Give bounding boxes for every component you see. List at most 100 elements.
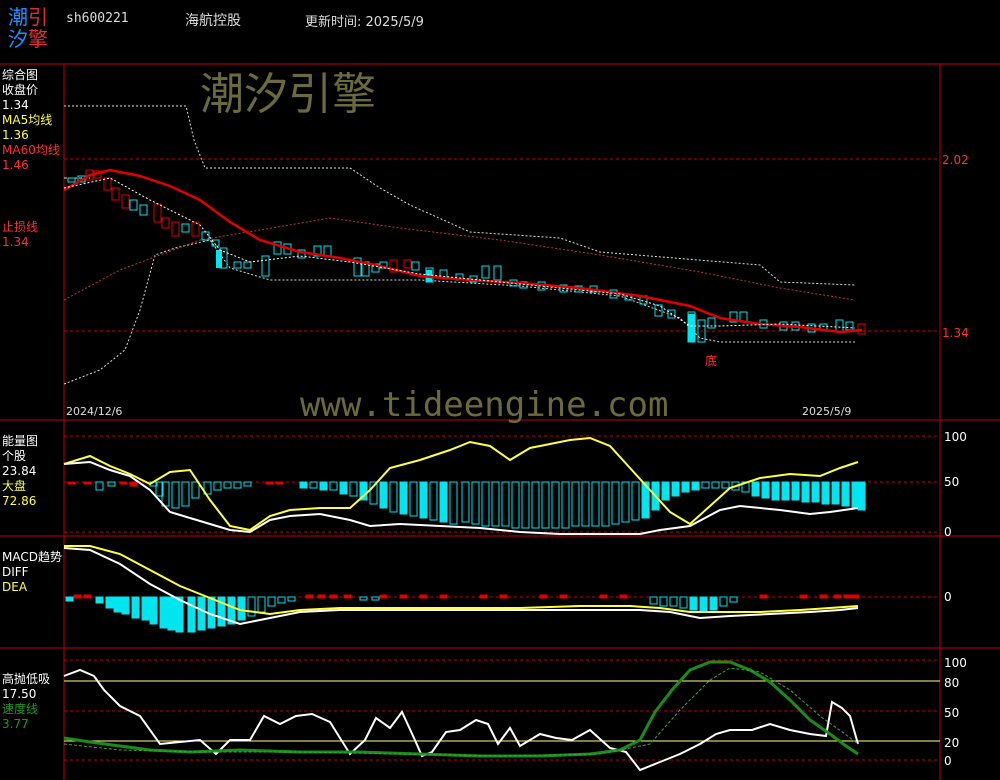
macd-bar-37	[559, 594, 568, 599]
ma60-label: MA60均线	[2, 143, 60, 157]
macd-bar-43	[679, 596, 688, 609]
macd-bar-13	[187, 596, 196, 633]
stock-label: 个股	[2, 449, 27, 463]
macd-title: MACD趋势	[2, 550, 62, 564]
macd-bar-24	[305, 594, 314, 599]
energy-bar-40	[511, 481, 520, 529]
energy-bar-55	[661, 481, 670, 501]
macd-bar-45	[699, 596, 708, 613]
macd-bar-28	[359, 596, 368, 601]
macd-bar-6	[121, 596, 130, 615]
macd-bar-44	[689, 596, 698, 611]
candle-fill-2	[688, 314, 695, 342]
macd-legend: MACD趋势 DIFF DEA	[2, 550, 62, 595]
candle-59	[835, 319, 844, 333]
energy-bar-35	[461, 481, 470, 523]
energy-bar-68	[791, 481, 800, 501]
candle-9	[153, 203, 162, 223]
macd-bar-42	[669, 596, 678, 607]
market-value: 72.86	[2, 494, 37, 508]
energy-bar-56	[671, 481, 680, 497]
stop-legend: 止损线 1.34	[2, 220, 38, 250]
energy-bar-13	[213, 481, 222, 491]
energy-bar-64	[751, 481, 760, 497]
candle-30	[403, 259, 412, 269]
energy-bar-1	[83, 481, 92, 485]
macd-bar-11	[167, 596, 176, 631]
macd-bar-21	[267, 596, 276, 607]
energy-bar-36	[471, 481, 480, 525]
macd-bar-27	[343, 594, 352, 599]
energy-bar-70	[811, 481, 820, 503]
macd-bar-26	[329, 594, 338, 599]
energy-bar-71	[821, 481, 830, 505]
macd-bar-1	[73, 594, 82, 599]
macd-bar-5	[113, 596, 122, 613]
energy-bar-52	[631, 481, 640, 521]
candle-5	[111, 187, 120, 201]
energy-bar-22	[329, 481, 338, 491]
macd-bar-18	[237, 596, 246, 621]
macd-bar-25	[317, 594, 326, 599]
energy-bar-49	[601, 481, 610, 527]
macd-bar-12	[175, 596, 184, 633]
ma-slow-line	[63, 217, 856, 301]
energy-bar-66	[771, 481, 780, 501]
energy-bar-9	[171, 481, 180, 509]
speed-value: 3.77	[2, 717, 29, 731]
macd-bar-19	[247, 596, 256, 617]
energy-bar-30	[409, 481, 418, 517]
osc-tick-0: 0	[944, 754, 952, 768]
energy-bar-46	[571, 481, 580, 527]
energy-tick-0: 0	[944, 525, 952, 539]
energy-bar-5	[129, 481, 138, 487]
energy-bar-47	[581, 481, 590, 527]
energy-title: 能量图	[2, 434, 39, 448]
date-end: 2025/5/9	[802, 405, 852, 418]
candle-7	[129, 199, 138, 211]
ma5-line	[63, 177, 856, 329]
energy-bar-16	[243, 481, 252, 487]
energy-bar-58	[691, 481, 700, 491]
energy-stock-line	[63, 460, 859, 535]
energy-bar-44	[551, 481, 560, 529]
candle-10	[161, 217, 170, 229]
macd-bar-54	[851, 594, 860, 599]
macd-tick-0: 0	[944, 590, 952, 604]
macd-bar-31	[399, 594, 408, 599]
macd-bar-4	[105, 596, 114, 609]
energy-bar-24	[349, 481, 358, 497]
ma60-line	[63, 168, 863, 334]
speed-label: 速度线	[2, 702, 39, 716]
main-legend: 综合图 收盘价 1.34 MA5均线 1.36 MA60均线 1.46	[2, 68, 60, 173]
energy-bar-20	[309, 481, 318, 489]
energy-bar-41	[521, 481, 530, 529]
energy-bar-4	[119, 481, 128, 485]
candle-36	[481, 265, 490, 279]
macd-bar-48	[729, 596, 738, 603]
diff-label: DIFF	[2, 565, 29, 579]
energy-bar-27	[379, 481, 388, 509]
energy-bar-18	[275, 481, 284, 485]
watermark-cn: 潮汐引擎	[200, 69, 376, 120]
osc-tick-100: 100	[944, 656, 967, 670]
energy-bar-61	[721, 481, 730, 489]
macd-bar-35	[499, 594, 508, 599]
main-title: 综合图	[2, 68, 39, 82]
macd-bar-33	[439, 594, 448, 599]
osc-value: 17.50	[2, 687, 37, 701]
candle-4	[103, 177, 112, 191]
energy-bar-38	[491, 481, 500, 527]
macd-bar-41	[659, 596, 668, 607]
candle-60	[845, 321, 854, 331]
macd-bar-32	[419, 594, 428, 599]
candle-11	[171, 221, 180, 237]
macd-bar-8	[141, 596, 150, 621]
energy-bar-51	[621, 481, 630, 523]
candle-31	[411, 261, 420, 271]
macd-bar-47	[719, 596, 728, 607]
energy-bar-67	[781, 481, 790, 501]
energy-bar-42	[531, 481, 540, 529]
candle-12	[181, 223, 190, 233]
bottom-marker: 底	[705, 354, 718, 368]
